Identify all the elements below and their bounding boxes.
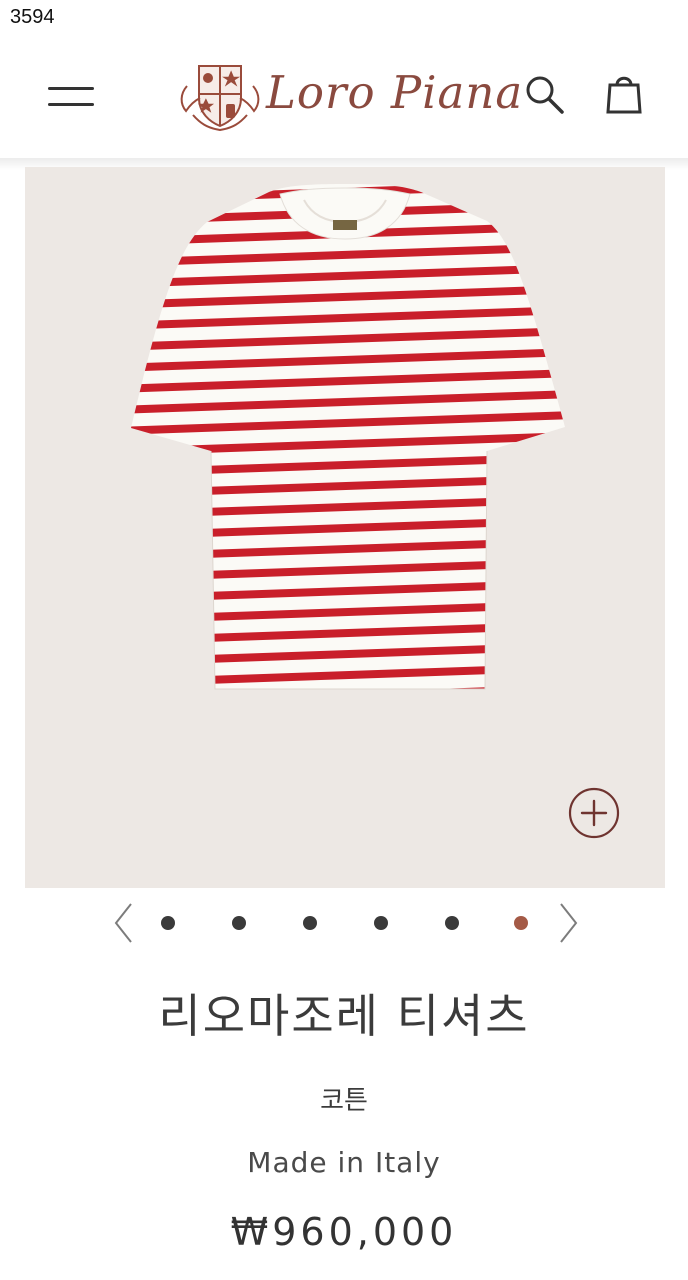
product-title: 리오마조레 티셔츠 [158,989,530,1043]
chevron-right-icon [560,903,578,943]
carousel-dot-3[interactable] [303,916,317,930]
shopping-bag-icon [606,76,642,114]
carousel-dot-2[interactable] [232,916,246,930]
product-image[interactable] [25,167,665,888]
carousel-dot-6-active[interactable] [514,916,528,930]
search-icon [526,76,564,114]
striped-tshirt-image [25,167,665,888]
image-carousel-navigation [0,900,688,946]
zoom-button[interactable] [567,786,621,840]
search-button[interactable] [522,72,566,116]
zoom-plus-icon [568,787,620,839]
product-material: 코튼 [320,1086,368,1116]
hamburger-menu-icon-line-bottom [48,103,94,106]
brand-wordmark: Loro Piana [266,66,524,119]
menu-button[interactable] [44,78,98,110]
corner-label: 3594 [10,6,55,28]
crest-icon [180,65,260,132]
product-price: ₩960,000 [230,1210,458,1254]
product-origin: Made in Italy [247,1146,441,1179]
previous-image-button[interactable] [108,900,138,946]
carousel-dot-4[interactable] [374,916,388,930]
shopping-bag-button[interactable] [600,70,648,118]
hamburger-menu-icon-line-top [48,87,94,90]
carousel-dot-1[interactable] [161,916,175,930]
chevron-left-icon [114,903,132,943]
carousel-dot-5[interactable] [445,916,459,930]
brand-logo[interactable]: Loro Piana [178,56,524,136]
next-image-button[interactable] [554,900,584,946]
site-header: Loro Piana [0,40,688,158]
